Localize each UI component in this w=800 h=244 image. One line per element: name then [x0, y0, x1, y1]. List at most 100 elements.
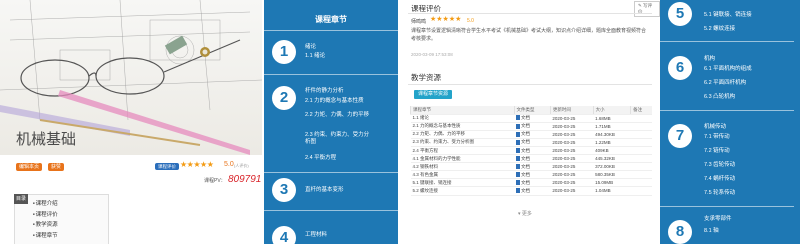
write-review-button[interactable]: ✎ 写评价: [634, 1, 660, 17]
table-row[interactable]: 4.2 钢铁材料 文档 2020-03-25 372.00KB: [410, 162, 652, 172]
toc-item[interactable]: 课程章节: [33, 231, 58, 242]
table-row[interactable]: 2.3 约束、约束力、受力分析图 文档 2020-03-25 1.22MB: [410, 138, 652, 147]
toc-box: [14, 194, 109, 244]
document-icon: [516, 115, 521, 121]
document-icon: [516, 147, 521, 153]
cell-note: [630, 162, 652, 172]
resources-table: 课程章节 文件类型 更新时间 大小 备注 1.1 绪论 文档 2020-03-25 1…: [410, 106, 652, 196]
document-icon: [516, 131, 521, 137]
chapter-heading[interactable]: 绪论: [305, 42, 316, 50]
cell-note: [630, 130, 652, 139]
cell-size: 409KB: [593, 146, 631, 156]
divider: [660, 110, 794, 111]
document-icon: [516, 155, 521, 161]
rating-score: 5.0: [224, 161, 234, 168]
edit-tag[interactable]: 编辑本页: [16, 163, 43, 171]
cell-note: [630, 114, 652, 123]
more-link[interactable]: ▾ 更多: [518, 210, 532, 217]
column-header[interactable]: 更新时间: [549, 106, 594, 115]
cell-type: 文档: [514, 186, 551, 196]
chapter-item[interactable]: 6.3 凸轮机构: [704, 94, 735, 101]
chapter-item[interactable]: 1.1 绪论: [305, 53, 325, 60]
cell-type-label: 文档: [521, 179, 531, 185]
cell-type-label: 文档: [521, 139, 531, 145]
cell-chapter[interactable]: 4.2 钢铁材料: [410, 162, 515, 172]
pv-value: 809791: [228, 174, 262, 185]
document-icon: [516, 123, 521, 129]
table-row[interactable]: 4.1 金属材料的力学性能 文档 2020-03-25 445.32KB: [410, 154, 652, 164]
chapter-heading[interactable]: 直杆的基本变形: [305, 185, 344, 193]
cell-date: 2020-03-25: [550, 154, 594, 164]
table-row[interactable]: 2.2 力矩、力偶、力的平移 文档 2020-03-25 494.30KB: [410, 130, 652, 139]
chapter-item[interactable]: 2.1 力的概念与基本性质: [305, 98, 364, 105]
toc-item[interactable]: 课程评价: [33, 210, 58, 221]
cell-size: 580.35KB: [593, 170, 631, 180]
column-header[interactable]: 大小: [592, 106, 631, 115]
cell-type-label: 文档: [521, 155, 531, 161]
cell-note: [630, 170, 652, 180]
chapter-item[interactable]: 6.1 平面机构的组成: [704, 66, 752, 73]
chapter-heading[interactable]: 机构: [704, 54, 715, 62]
table-row[interactable]: 1.1 绪论 文档 2020-03-25 1.68MB: [410, 114, 652, 123]
cell-type-label: 文档: [521, 187, 531, 193]
cell-size: 1.04MB: [593, 186, 631, 196]
chapter-item[interactable]: 2.2 力矩、力偶、力的平移: [305, 112, 371, 119]
divider: [264, 172, 398, 173]
table-row[interactable]: 2.4 平衡方程 文档 2020-03-25 409KB: [410, 146, 652, 156]
toc-list: 课程介绍 课程评价 教学资源 课程章节: [33, 199, 58, 242]
cell-note: [630, 138, 652, 147]
table-row[interactable]: 4.3 有色金属 文档 2020-03-25 580.35KB: [410, 170, 652, 180]
course-title: 机械基础: [16, 131, 77, 148]
column-header[interactable]: 备注: [630, 106, 652, 115]
toc-item[interactable]: 课程介绍: [33, 199, 58, 210]
cell-type: 文档: [514, 146, 551, 156]
cell-chapter[interactable]: 5.1 键联接、销连接: [410, 178, 515, 188]
cell-note: [630, 122, 652, 131]
cell-size: 494.30KB: [593, 130, 631, 139]
chapter-item[interactable]: 6.2 平面四杆机构: [704, 80, 746, 87]
cell-chapter[interactable]: 2.3 约束、约束力、受力分析图: [410, 138, 515, 147]
column-header[interactable]: 课程章节: [410, 106, 515, 115]
cell-chapter[interactable]: 5.2 螺纹连接: [410, 186, 515, 196]
rating-count: (人评价): [234, 163, 249, 168]
cell-chapter[interactable]: 2.1 力的概念与基本性质: [410, 122, 515, 131]
chapter-item[interactable]: 7.3 齿轮传动: [704, 162, 735, 169]
cell-date: 2020-03-25: [550, 130, 594, 139]
chapter-item[interactable]: 7.4 蜗杆传动: [704, 176, 735, 183]
cell-note: [630, 186, 652, 196]
chapter-number: 7: [668, 124, 692, 148]
table-row[interactable]: 5.1 键联接、销连接 文档 2020-03-25 15.09MB: [410, 178, 652, 188]
cell-chapter[interactable]: 1.1 绪论: [410, 114, 515, 123]
cell-type: 文档: [514, 154, 551, 164]
chapter-heading[interactable]: 支承零部件: [704, 214, 732, 222]
cell-type: 文档: [514, 130, 551, 139]
chapter-item[interactable]: 5.1 键联接、销连接: [704, 12, 752, 19]
cell-size: 1.71MB: [593, 122, 631, 131]
cell-date: 2020-03-25: [550, 186, 594, 196]
chapter-item[interactable]: 7.5 轮系传动: [704, 190, 735, 197]
like-tag[interactable]: 获赞: [48, 163, 65, 171]
chapter-heading[interactable]: 工程材料: [305, 230, 327, 238]
cell-type-label: 文档: [521, 123, 531, 129]
chapter-item[interactable]: 5.2 螺纹连接: [704, 26, 735, 33]
chapter-resources-button[interactable]: 课程章节资源: [414, 90, 453, 99]
table-row[interactable]: 5.2 螺纹连接 文档 2020-03-25 1.04MB: [410, 186, 652, 196]
cell-chapter[interactable]: 2.2 力矩、力偶、力的平移: [410, 130, 515, 139]
chapter-item[interactable]: 7.1 带传动: [704, 134, 730, 141]
table-row[interactable]: 2.1 力的概念与基本性质 文档 2020-03-25 1.71MB: [410, 122, 652, 131]
chapter-heading[interactable]: 机械传动: [704, 122, 726, 130]
chapter-item[interactable]: 8.1 轴: [704, 228, 719, 235]
chapter-item[interactable]: 2.4 平衡方程: [305, 155, 336, 162]
cell-chapter[interactable]: 4.3 有色金属: [410, 170, 515, 180]
toc-item[interactable]: 教学资源: [33, 220, 58, 231]
cell-note: [630, 178, 652, 188]
chapter-heading[interactable]: 杆件的静力分析: [305, 86, 344, 94]
cell-chapter[interactable]: 4.1 金属材料的力学性能: [410, 154, 515, 164]
chapter-number: 2: [272, 86, 296, 110]
cell-date: 2020-03-25: [550, 178, 594, 188]
chapter-item[interactable]: 7.2 链传动: [704, 148, 730, 155]
chapter-item[interactable]: 2.3 约束、约束力、受力分析图: [305, 132, 371, 146]
cell-chapter[interactable]: 2.4 平衡方程: [410, 146, 515, 156]
eval-badge[interactable]: 课程评价: [155, 163, 179, 170]
column-header[interactable]: 文件类型: [513, 106, 551, 115]
